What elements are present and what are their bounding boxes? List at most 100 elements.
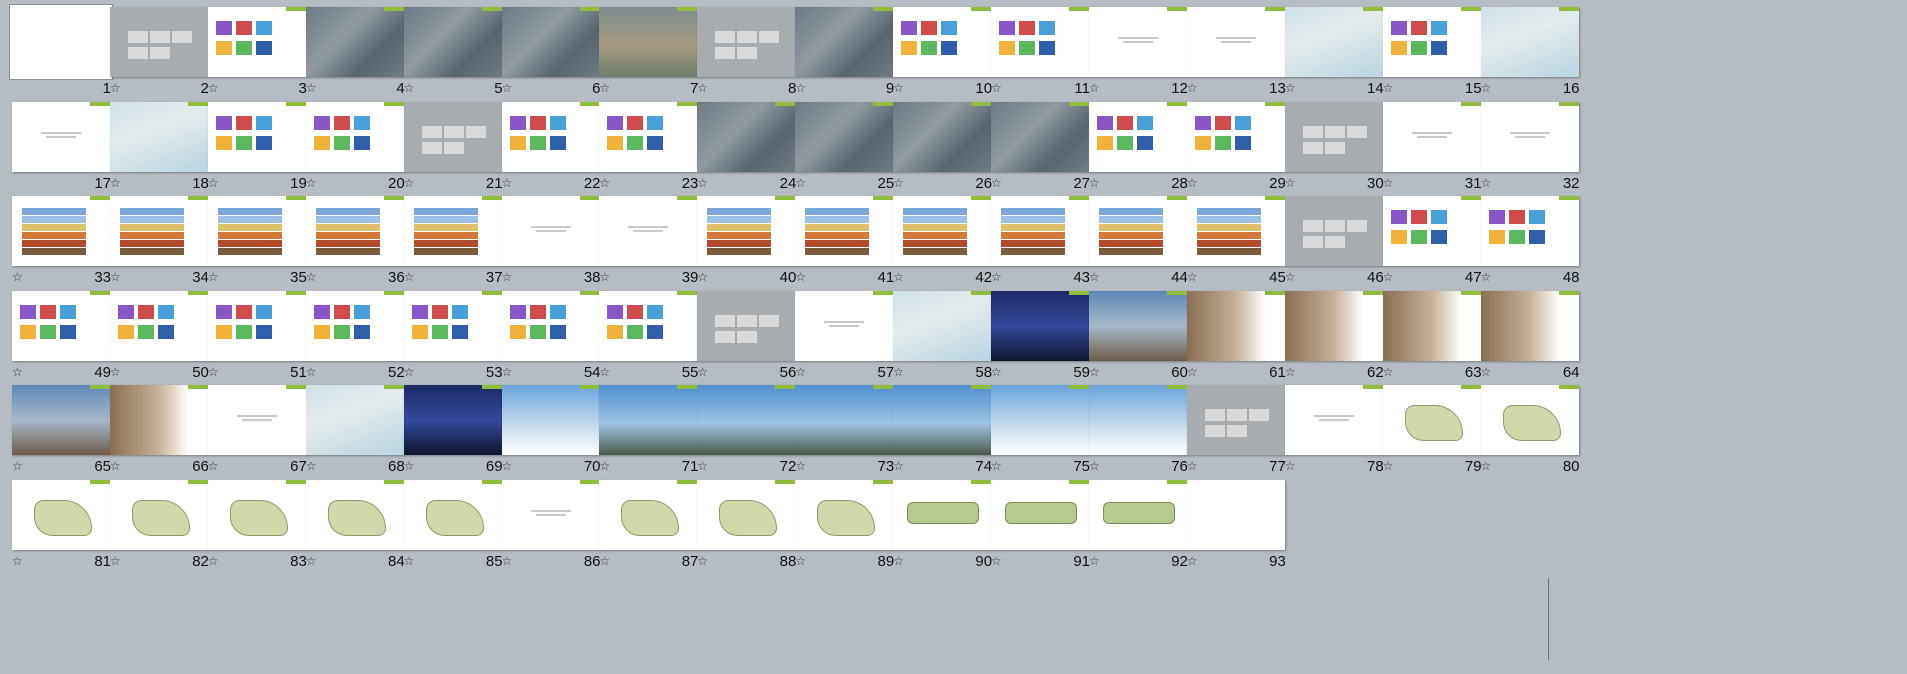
slide-preview[interactable] [795,196,894,267]
slide-preview[interactable] [795,7,894,77]
slide-preview[interactable] [1284,290,1383,361]
slide-preview[interactable] [403,101,502,172]
slide-preview[interactable] [12,385,110,456]
slide-preview[interactable] [893,290,992,361]
slide-preview[interactable] [795,385,894,456]
slide-preview[interactable] [1284,101,1383,172]
slide-preview[interactable] [893,196,992,267]
slide-preview[interactable] [501,7,600,77]
slide-preview[interactable] [1186,101,1285,172]
slide-preview[interactable] [1284,385,1383,456]
slide-preview[interactable] [1186,385,1285,456]
slide-preview[interactable] [991,7,1089,77]
slide-preview[interactable] [1382,196,1481,267]
slide-preview[interactable] [305,290,404,361]
slide-preview[interactable] [12,290,110,361]
slide-preview[interactable] [1186,290,1285,361]
slide-preview[interactable] [1480,385,1579,456]
slide-preview[interactable] [207,290,306,361]
slide-preview[interactable] [1480,290,1579,361]
slide-preview[interactable] [599,101,698,172]
slide-preview[interactable] [1088,385,1187,456]
slide-preview[interactable] [501,480,600,550]
slide-preview[interactable] [1186,196,1285,267]
slide-thumbnail[interactable]: ☆ 80 [1469,378,1588,493]
slide-sorter-grid: 1 ☆ 2 ☆ 3 ☆ 4 ☆ 5 ☆ 6 ☆ 7 ☆ 8 ☆ 9 ☆ 10 ☆ 11 ☆ 12 ☆ 13 ☆ 14 ☆ 15 ☆ 16 17… [0,0,1907,674]
slide-preview[interactable] [207,196,306,267]
slide-preview[interactable] [501,101,600,172]
slide-preview[interactable] [991,101,1089,172]
slide-preview[interactable] [795,101,894,172]
slide-preview[interactable] [12,101,110,172]
slide-preview[interactable] [305,196,404,267]
slide-preview[interactable] [795,290,894,361]
slide-preview[interactable] [207,385,306,456]
slide-preview[interactable] [893,101,992,172]
slide-preview[interactable] [501,290,600,361]
content-block [117,304,134,319]
slide-preview[interactable] [697,7,796,77]
slide-preview[interactable] [305,480,404,550]
transition-star-icon: ☆ [1284,270,1296,285]
slide-preview[interactable] [305,7,404,77]
slide-preview[interactable] [1088,7,1187,77]
slide-preview[interactable] [1284,7,1383,77]
slide-preview[interactable] [991,290,1089,361]
slide-preview[interactable] [207,480,306,550]
slide-preview[interactable] [109,385,208,456]
slide-preview[interactable] [109,290,208,361]
slide-preview[interactable] [599,196,698,267]
slide-preview[interactable] [893,7,992,77]
slide-preview[interactable] [12,480,110,550]
slide-preview[interactable] [305,101,404,172]
slide-preview[interactable] [403,290,502,361]
slide-preview[interactable] [599,385,698,456]
slide-preview[interactable] [1088,290,1187,361]
slide-preview[interactable] [12,196,110,267]
slide-preview[interactable] [109,196,208,267]
slide-preview[interactable] [305,385,404,456]
slide-preview[interactable] [1382,385,1481,456]
slide-preview[interactable] [207,7,306,77]
slide-preview[interactable] [697,196,796,267]
slide-preview[interactable] [599,480,698,550]
slide-preview[interactable] [599,290,698,361]
slide-preview[interactable] [1284,196,1383,267]
slide-preview[interactable] [403,385,502,456]
site-plan-shape [34,500,92,536]
slide-preview[interactable] [109,7,208,77]
slide-preview[interactable] [1382,7,1481,77]
slide-preview[interactable] [1480,101,1579,172]
slide-preview[interactable] [599,7,698,77]
slide-preview[interactable] [501,385,600,456]
slide-preview[interactable] [1480,196,1579,267]
slide-thumbnail[interactable]: ☆ 93 [1175,473,1294,588]
slide-preview[interactable] [991,385,1089,456]
slide-preview[interactable] [403,480,502,550]
slide-preview[interactable] [1382,290,1481,361]
slide-preview[interactable] [1088,196,1187,267]
slide-preview[interactable] [1382,101,1481,172]
slide-preview[interactable] [501,196,600,267]
slide-preview[interactable] [893,385,992,456]
slide-preview[interactable] [1480,7,1579,77]
slide-preview[interactable] [1186,480,1285,550]
slide-preview[interactable] [697,290,796,361]
slide-preview[interactable] [991,196,1089,267]
slide-preview[interactable] [1186,7,1285,77]
slide-preview[interactable] [403,196,502,267]
slide-preview[interactable] [10,5,112,79]
slide-preview[interactable] [1088,480,1187,550]
slide-preview[interactable] [1088,101,1187,172]
slide-preview[interactable] [697,480,796,550]
text-line [1514,135,1545,138]
slide-preview[interactable] [697,385,796,456]
slide-preview[interactable] [403,7,502,77]
slide-preview[interactable] [991,480,1089,550]
slide-preview[interactable] [893,480,992,550]
slide-preview[interactable] [207,101,306,172]
slide-preview[interactable] [697,101,796,172]
slide-preview[interactable] [109,101,208,172]
slide-preview[interactable] [109,480,208,550]
slide-preview[interactable] [795,480,894,550]
